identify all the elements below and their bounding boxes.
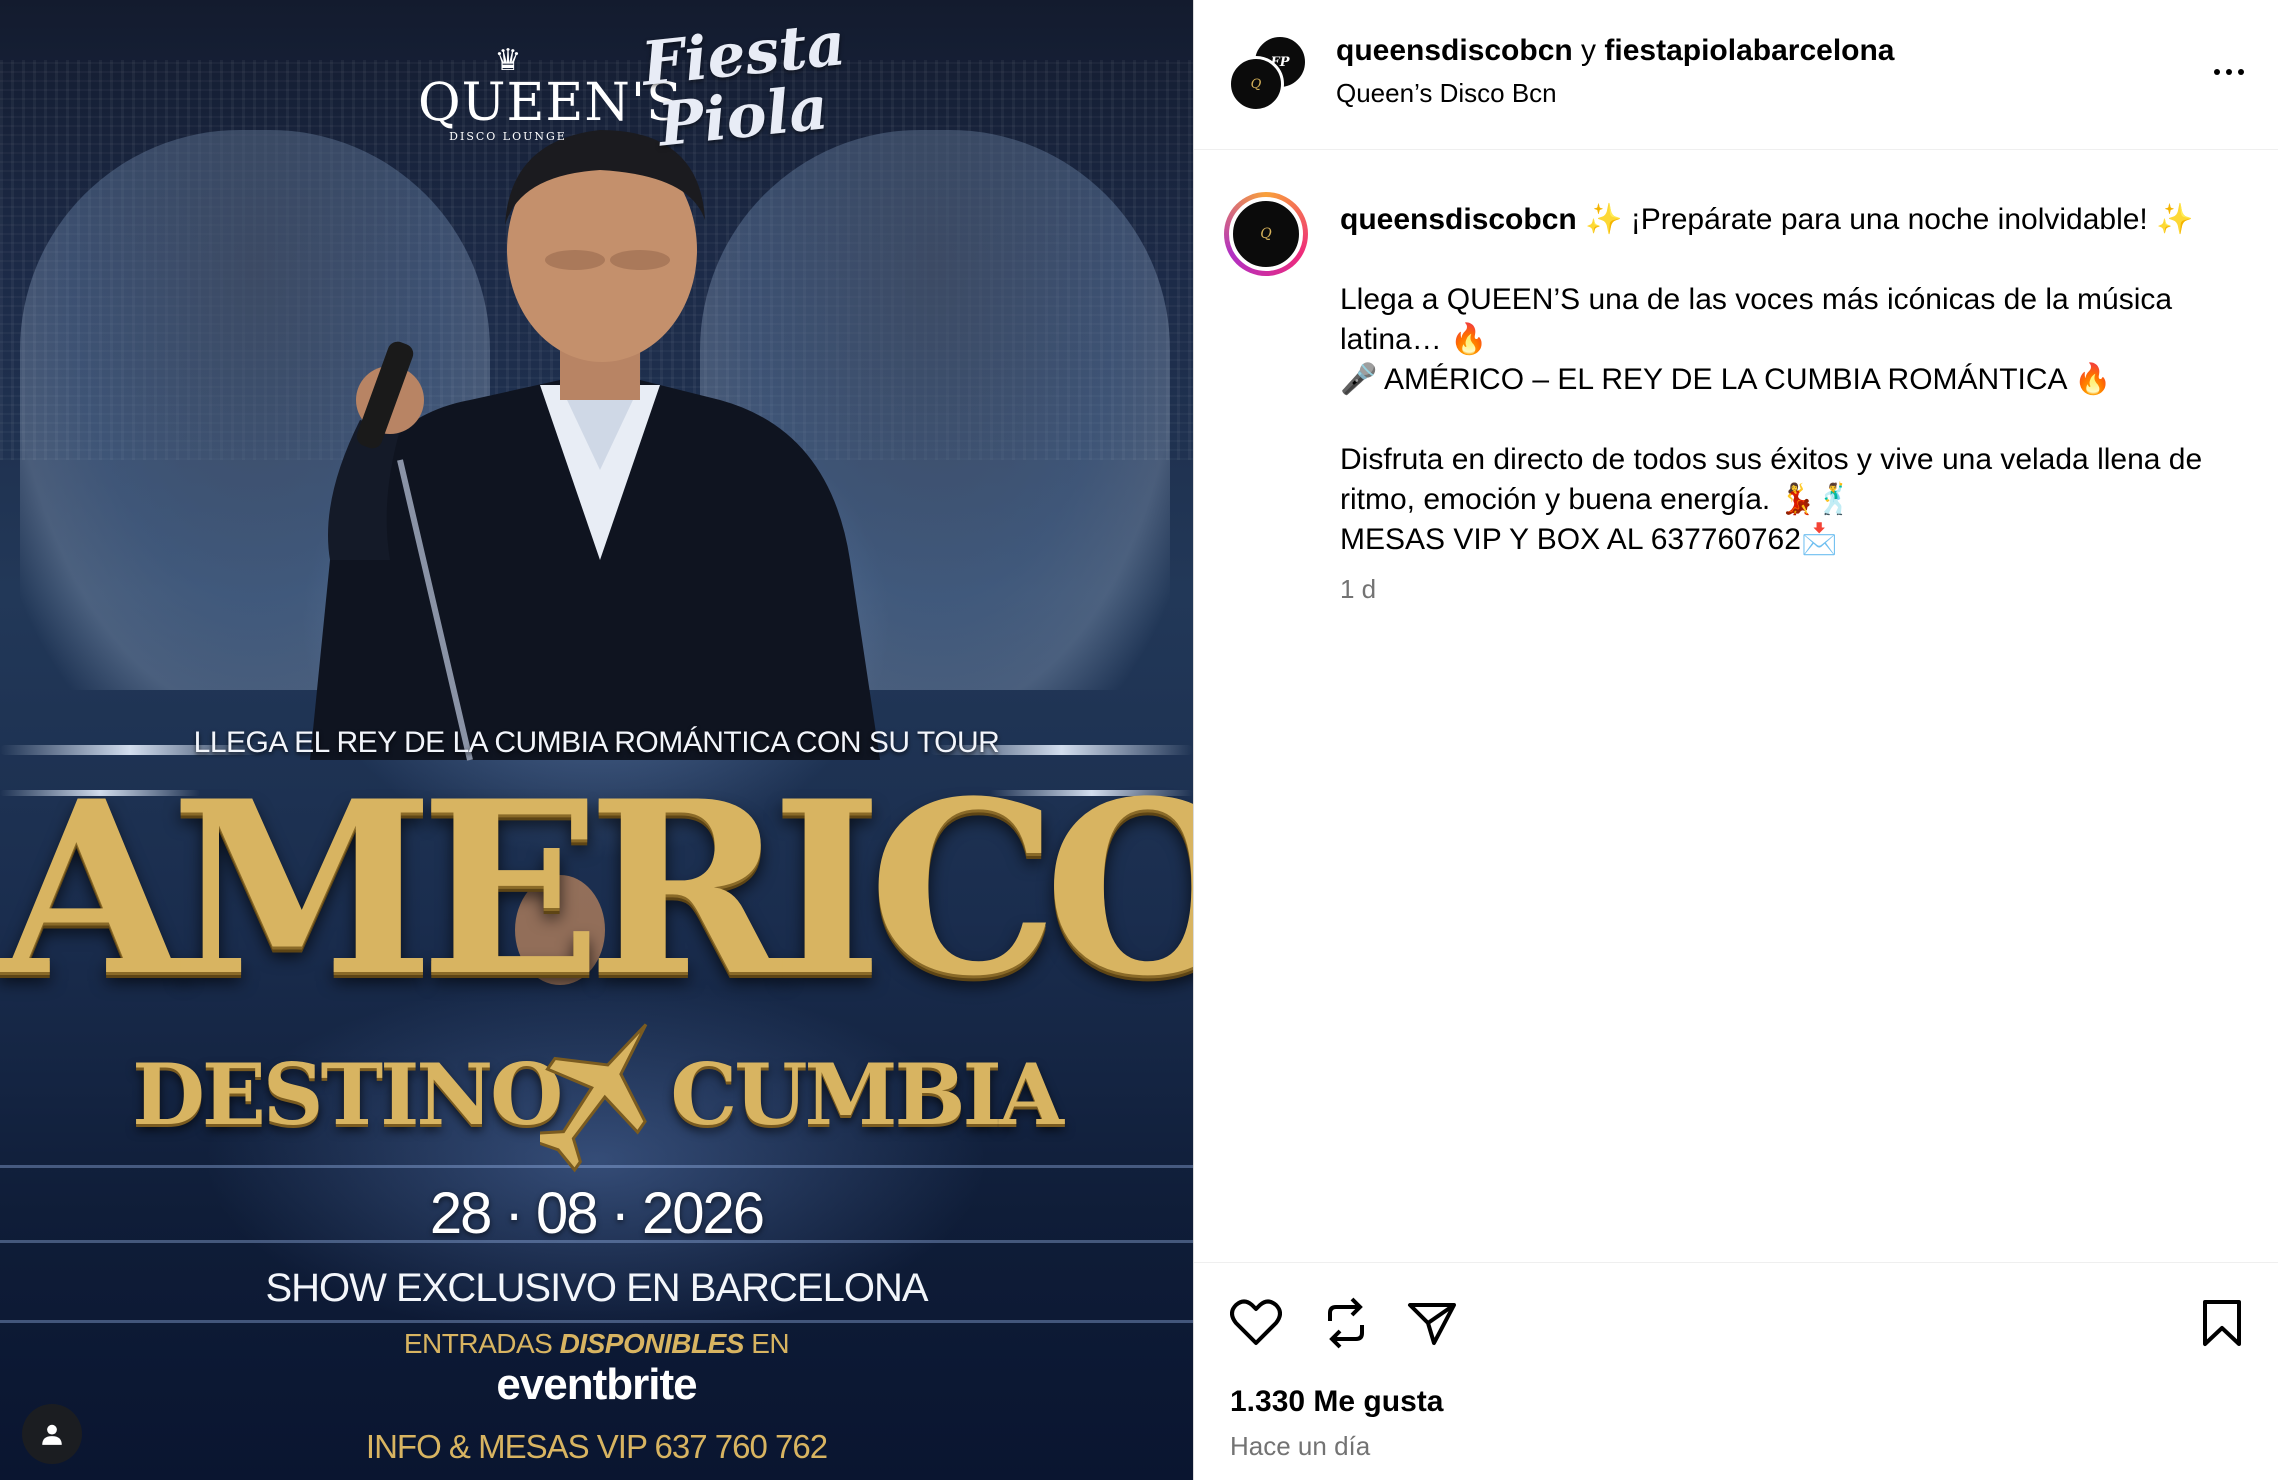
tagged-users-button[interactable] <box>22 1404 82 1464</box>
post-caption: queensdiscobcn ✨ ¡Prepárate para una noc… <box>1340 200 2260 560</box>
caption-line-3: 🎤 AMÉRICO – EL REY DE LA CUMBIA ROMÁNTIC… <box>1340 363 2112 396</box>
caption-gap <box>1340 400 2260 440</box>
author-link-queensdiscobcn[interactable]: queensdiscobcn <box>1336 34 1573 67</box>
post-panel: FP Q queensdiscobcn y fiestapiolabarcelo… <box>1193 0 2278 1480</box>
poster-tickets-em: DISPONIBLES <box>559 1328 745 1359</box>
repost-icon <box>1328 1297 1364 1349</box>
caption-username[interactable]: queensdiscobcn <box>1340 203 1577 236</box>
post-authors: queensdiscobcn y fiestapiolabarcelona <box>1336 34 1895 68</box>
bookmark-icon <box>2203 1300 2241 1346</box>
poster-tour-right: CUMBIA <box>670 1045 1064 1144</box>
poster-tickets-post: EN <box>743 1328 790 1359</box>
caption-line: queensdiscobcn ✨ ¡Prepárate para una noc… <box>1340 200 2260 240</box>
poster-artist-name: AMERICO <box>0 750 1193 1029</box>
more-icon-dot <box>2238 69 2244 75</box>
like-count[interactable]: 1.330 Me gusta <box>1230 1385 1443 1419</box>
share-icon <box>1408 1303 1456 1345</box>
post-header: FP Q queensdiscobcn y fiestapiolabarcelo… <box>1194 0 2278 150</box>
repost-button[interactable] <box>1318 1295 1374 1351</box>
airplane-icon <box>540 1023 648 1173</box>
caption-line-2: Llega a QUEEN’S una de las voces más icó… <box>1340 283 2173 356</box>
action-bar: 1.330 Me gusta Hace un día <box>1194 1262 2278 1480</box>
more-options-button[interactable] <box>2204 52 2254 92</box>
avatar-queensdisco[interactable]: Q <box>1228 56 1284 112</box>
avatar-queensdisco: Q <box>1229 197 1303 271</box>
queens-logo: ♛ QUEEN'S DISCO LOUNGE <box>418 43 683 144</box>
post-image[interactable]: ♛ QUEEN'S DISCO LOUNGE Fiesta Piola LLEG… <box>0 0 1193 1480</box>
caption-gap <box>1340 240 2260 280</box>
location-link[interactable]: Queen’s Disco Bcn <box>1336 78 1557 109</box>
poster-tickets-pre: ENTRADAS <box>403 1328 560 1359</box>
crown-icon: ♛ <box>494 43 522 78</box>
poster-tour-left: DESTINO <box>132 1045 563 1144</box>
caption-timestamp[interactable]: 1 d <box>1340 574 1376 605</box>
poster-show: SHOW EXCLUSIVO EN BARCELONA <box>265 1266 928 1310</box>
caption-line-1: ✨ ¡Prepárate para una noche inolvidable!… <box>1576 203 2194 236</box>
collab-avatars[interactable]: FP Q <box>1228 34 1310 114</box>
authors-connector: y <box>1572 34 1605 67</box>
share-button[interactable] <box>1404 1295 1460 1351</box>
fiesta-piola-logo: Fiesta Piola <box>638 8 849 161</box>
heart-icon <box>1230 1299 1282 1345</box>
poster-tickets-line: ENTRADAS DISPONIBLES EN <box>0 1328 1193 1360</box>
caption-line-5: MESAS VIP Y BOX AL 637760762📩 <box>1340 523 1839 556</box>
like-button[interactable] <box>1228 1295 1284 1351</box>
caption-line-4: Disfruta en directo de todos sus éxitos … <box>1340 443 2203 516</box>
more-icon-dot <box>2226 69 2232 75</box>
more-icon <box>2214 69 2220 75</box>
eventbrite-logo: eventbrite <box>496 1360 697 1409</box>
poster-date: 28 · 08 · 2026 <box>429 1181 765 1246</box>
user-tag-icon <box>42 1424 62 1445</box>
poster-info: INFO & MESAS VIP 637 760 762 <box>365 1428 828 1465</box>
post-timestamp[interactable]: Hace un día <box>1230 1431 1370 1462</box>
caption-avatar[interactable]: Q <box>1224 192 1308 276</box>
queens-logo-text: QUEEN'S <box>418 73 683 133</box>
author-link-fiestapiola[interactable]: fiestapiolabarcelona <box>1604 34 1894 67</box>
save-button[interactable] <box>2194 1295 2250 1351</box>
